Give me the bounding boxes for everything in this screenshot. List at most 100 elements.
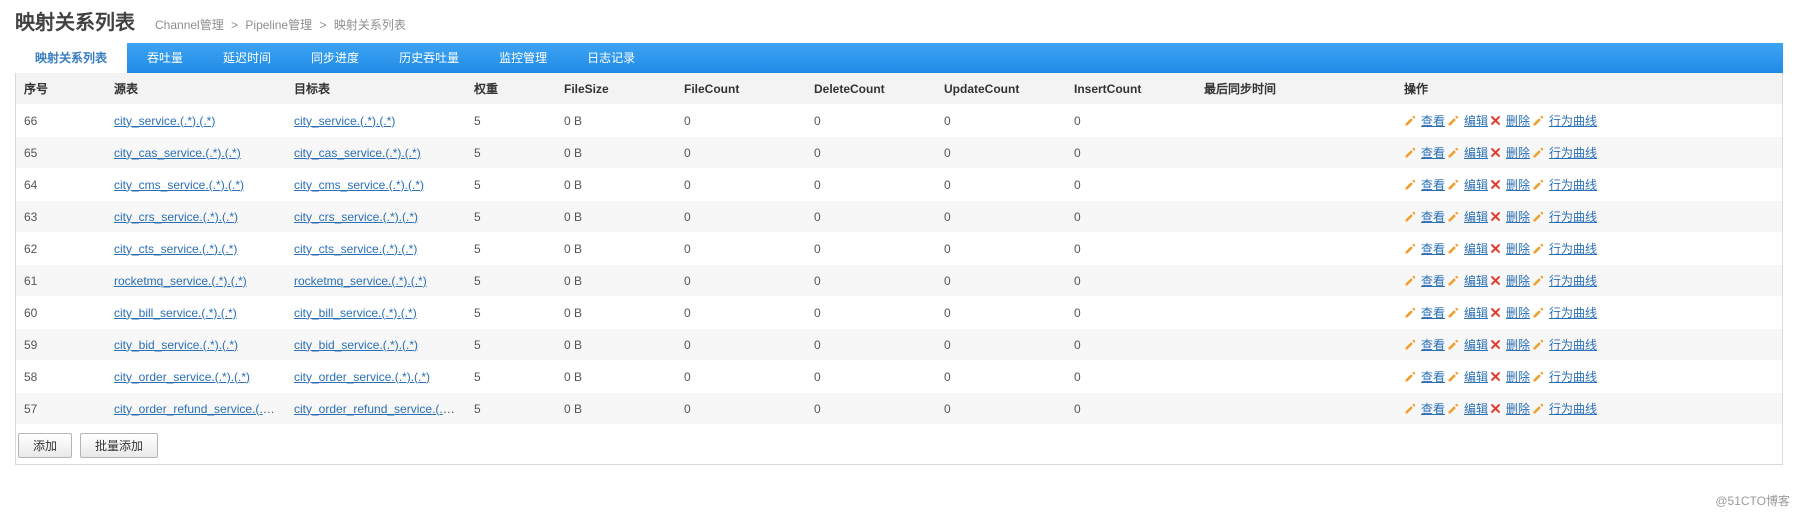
edit-link[interactable]: 编辑 [1464, 400, 1488, 417]
tab-0[interactable]: 映射关系列表 [15, 43, 127, 73]
icon-cross [1490, 275, 1501, 286]
cell-updatecount: 0 [936, 297, 1066, 329]
delete-link[interactable]: 删除 [1506, 304, 1530, 321]
tab-3[interactable]: 同步进度 [291, 43, 379, 73]
edit-link[interactable]: 编辑 [1464, 240, 1488, 257]
delete-link[interactable]: 删除 [1506, 368, 1530, 385]
delete-link[interactable]: 删除 [1506, 208, 1530, 225]
row-actions: 查看 编辑 删除 行为曲线 [1404, 112, 1774, 129]
edit-link[interactable]: 编辑 [1464, 208, 1488, 225]
cell-lastsync [1196, 201, 1396, 233]
icon-pencil [1447, 371, 1459, 383]
source-table-link[interactable]: city_order_refund_service.(.*).(.*) [114, 402, 286, 416]
curve-link[interactable]: 行为曲线 [1549, 240, 1597, 257]
cell-weight: 5 [466, 169, 556, 201]
target-table-link[interactable]: city_cas_service.(.*).(.*) [294, 146, 421, 160]
delete-link[interactable]: 删除 [1506, 400, 1530, 417]
delete-link[interactable]: 删除 [1506, 112, 1530, 129]
curve-link[interactable]: 行为曲线 [1549, 304, 1597, 321]
view-link[interactable]: 查看 [1421, 240, 1445, 257]
delete-link[interactable]: 删除 [1506, 176, 1530, 193]
view-link[interactable]: 查看 [1421, 176, 1445, 193]
source-table-link[interactable]: rocketmq_service.(.*).(.*) [114, 274, 247, 288]
add-button[interactable]: 添加 [18, 433, 72, 458]
tab-4[interactable]: 历史吞吐量 [379, 43, 479, 73]
icon-cross [1490, 403, 1501, 414]
cell-lastsync [1196, 137, 1396, 169]
target-table-link[interactable]: city_bill_service.(.*).(.*) [294, 306, 417, 320]
cell-seq: 57 [16, 393, 106, 425]
icon-pencil [1447, 403, 1459, 415]
delete-link[interactable]: 删除 [1506, 240, 1530, 257]
target-table-link[interactable]: city_service.(.*).(.*) [294, 114, 395, 128]
curve-link[interactable]: 行为曲线 [1549, 368, 1597, 385]
breadcrumb-item[interactable]: Pipeline管理 [245, 18, 312, 32]
cell-insertcount: 0 [1066, 393, 1196, 425]
delete-link[interactable]: 删除 [1506, 144, 1530, 161]
icon-pencil [1532, 115, 1544, 127]
view-link[interactable]: 查看 [1421, 304, 1445, 321]
row-actions: 查看 编辑 删除 行为曲线 [1404, 368, 1774, 385]
table-row: 64city_cms_service.(.*).(.*)city_cms_ser… [16, 169, 1782, 201]
edit-link[interactable]: 编辑 [1464, 144, 1488, 161]
source-table-link[interactable]: city_bill_service.(.*).(.*) [114, 306, 237, 320]
col-dst: 目标表 [286, 73, 466, 105]
target-table-link[interactable]: city_cms_service.(.*).(.*) [294, 178, 424, 192]
col-weight: 权重 [466, 73, 556, 105]
edit-link[interactable]: 编辑 [1464, 112, 1488, 129]
tab-6[interactable]: 日志记录 [567, 43, 655, 73]
batch-add-button[interactable]: 批量添加 [80, 433, 158, 458]
target-table-link[interactable]: city_order_service.(.*).(.*) [294, 370, 430, 384]
curve-link[interactable]: 行为曲线 [1549, 400, 1597, 417]
cell-filesize: 0 B [556, 233, 676, 265]
source-table-link[interactable]: city_service.(.*).(.*) [114, 114, 215, 128]
source-table-link[interactable]: city_cas_service.(.*).(.*) [114, 146, 241, 160]
view-link[interactable]: 查看 [1421, 400, 1445, 417]
cell-insertcount: 0 [1066, 329, 1196, 361]
delete-link[interactable]: 删除 [1506, 272, 1530, 289]
source-table-link-cell: city_order_service.(.*).(.*) [106, 361, 286, 393]
tab-1[interactable]: 吞吐量 [127, 43, 203, 73]
breadcrumb-item[interactable]: Channel管理 [155, 18, 224, 32]
source-table-link[interactable]: city_order_service.(.*).(.*) [114, 370, 250, 384]
edit-link[interactable]: 编辑 [1464, 336, 1488, 353]
curve-link[interactable]: 行为曲线 [1549, 272, 1597, 289]
cell-ops: 查看 编辑 删除 行为曲线 [1396, 105, 1782, 137]
edit-link[interactable]: 编辑 [1464, 304, 1488, 321]
view-link[interactable]: 查看 [1421, 112, 1445, 129]
edit-link[interactable]: 编辑 [1464, 176, 1488, 193]
source-table-link[interactable]: city_bid_service.(.*).(.*) [114, 338, 238, 352]
curve-link[interactable]: 行为曲线 [1549, 336, 1597, 353]
edit-link[interactable]: 编辑 [1464, 368, 1488, 385]
curve-link[interactable]: 行为曲线 [1549, 112, 1597, 129]
view-link[interactable]: 查看 [1421, 272, 1445, 289]
target-table-link[interactable]: city_cts_service.(.*).(.*) [294, 242, 417, 256]
icon-cross [1490, 115, 1501, 126]
source-table-link[interactable]: city_cts_service.(.*).(.*) [114, 242, 237, 256]
tab-5[interactable]: 监控管理 [479, 43, 567, 73]
icon-pencil [1404, 371, 1416, 383]
col-filesize: FileSize [556, 73, 676, 105]
target-table-link[interactable]: city_order_refund_service.(.*).(.*) [294, 402, 466, 416]
view-link[interactable]: 查看 [1421, 336, 1445, 353]
source-table-link[interactable]: city_cms_service.(.*).(.*) [114, 178, 244, 192]
curve-link[interactable]: 行为曲线 [1549, 208, 1597, 225]
target-table-link[interactable]: city_crs_service.(.*).(.*) [294, 210, 418, 224]
target-table-link[interactable]: rocketmq_service.(.*).(.*) [294, 274, 427, 288]
tab-2[interactable]: 延迟时间 [203, 43, 291, 73]
cell-filesize: 0 B [556, 137, 676, 169]
target-table-link-cell: city_service.(.*).(.*) [286, 105, 466, 137]
curve-link[interactable]: 行为曲线 [1549, 144, 1597, 161]
icon-pencil [1447, 179, 1459, 191]
view-link[interactable]: 查看 [1421, 208, 1445, 225]
edit-link[interactable]: 编辑 [1464, 272, 1488, 289]
delete-link[interactable]: 删除 [1506, 336, 1530, 353]
icon-pencil [1532, 307, 1544, 319]
source-table-link[interactable]: city_crs_service.(.*).(.*) [114, 210, 238, 224]
curve-link[interactable]: 行为曲线 [1549, 176, 1597, 193]
view-link[interactable]: 查看 [1421, 368, 1445, 385]
target-table-link[interactable]: city_bid_service.(.*).(.*) [294, 338, 418, 352]
cell-filesize: 0 B [556, 297, 676, 329]
view-link[interactable]: 查看 [1421, 144, 1445, 161]
cell-filecount: 0 [676, 393, 806, 425]
